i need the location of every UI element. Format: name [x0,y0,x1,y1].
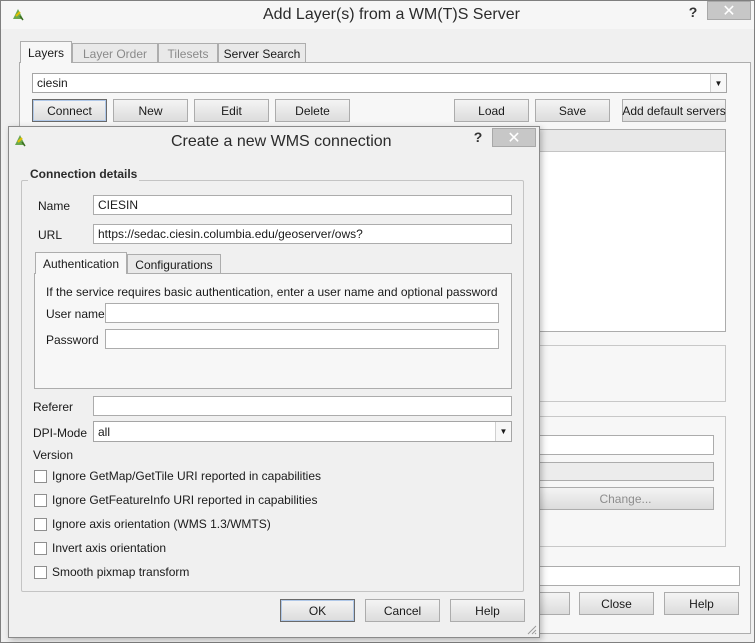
checkbox-label: Invert axis orientation [52,541,167,555]
tab-label: Layers [27,45,65,60]
password-label: Password [46,333,99,347]
layer-name-field[interactable] [537,435,714,455]
url-field[interactable]: https://sedac.ciesin.columbia.edu/geoser… [93,224,512,244]
version-label: Version [33,448,74,462]
checkbox-label: Ignore GetMap/GetTile URI reported in ca… [52,469,322,483]
name-field-value: CIESIN [98,198,139,212]
qgis-icon [13,9,24,21]
referer-label: Referer [33,400,74,414]
checkbox-row[interactable]: Ignore GetMap/GetTile URI reported in ca… [34,469,321,483]
url-label: URL [38,228,63,242]
checkbox-label: Ignore axis orientation (WMS 1.3/WMTS) [52,517,271,531]
parent-close-button[interactable]: ✕ [707,1,751,20]
tab-label: Authentication [42,256,120,271]
cancel-button[interactable]: Cancel [365,599,440,622]
close-icon: ✕ [722,2,736,20]
delete-button[interactable]: Delete [275,99,350,122]
qgis-icon [15,135,26,147]
checkbox-row[interactable]: Ignore GetFeatureInfo URI reported in ca… [34,493,317,507]
tab-label: Layer Order [82,46,148,61]
connection-details-title: Connection details [28,167,140,181]
new-wms-connection-dialog: Create a new WMS connection ? ✕ Connecti… [8,126,540,638]
connection-select[interactable]: ciesin ▼ [32,73,727,93]
crs-field [537,462,714,481]
tab-label: Tilesets [167,46,209,61]
dialog-close-button[interactable]: ✕ [492,128,536,147]
invert-axis-orientation-checkbox[interactable] [34,541,47,555]
checkbox-label: Ignore GetFeatureInfo URI reported in ca… [52,493,318,507]
checkbox-row[interactable]: Ignore axis orientation (WMS 1.3/WMTS) [34,517,271,531]
name-field[interactable]: CIESIN [93,195,512,215]
help-button[interactable]: Help [450,599,525,622]
password-field[interactable] [105,329,499,349]
help-button[interactable]: Help [664,592,739,615]
dpi-mode-select[interactable]: all ▼ [93,421,512,442]
add-default-servers-button[interactable]: Add default servers [622,99,726,122]
parent-window-title: Add Layer(s) from a WM(T)S Server [263,6,520,23]
close-button[interactable]: Close [579,592,654,615]
username-field[interactable] [105,303,499,323]
ignore-getmap-checkbox[interactable] [34,469,47,483]
tab-configurations[interactable]: Configurations [127,254,221,274]
tab-authentication[interactable]: Authentication [35,252,127,274]
parent-help-icon[interactable]: ? [686,4,700,20]
add-button[interactable] [537,592,570,615]
checkbox-row[interactable]: Invert axis orientation [34,541,166,555]
ok-button[interactable]: OK [280,599,355,622]
username-label: User name [46,307,105,321]
tab-label: Server Search [223,46,301,61]
tab-label: Configurations [135,257,213,272]
new-button[interactable]: New [113,99,188,122]
dialog-help-icon[interactable]: ? [471,129,485,145]
load-button[interactable]: Load [454,99,529,122]
tab-tilesets[interactable]: Tilesets [158,43,218,63]
ignore-getfeatureinfo-checkbox[interactable] [34,493,47,507]
name-label: Name [38,199,71,213]
auth-note: If the service requires basic authentica… [46,285,498,299]
dialog-title: Create a new WMS connection [171,133,392,150]
layer-title-field[interactable] [537,566,740,586]
referer-field[interactable] [93,396,512,416]
edit-button[interactable]: Edit [194,99,269,122]
dpi-mode-label: DPI-Mode [33,426,88,440]
chevron-down-icon: ▼ [495,422,511,441]
ignore-axis-orientation-checkbox[interactable] [34,517,47,531]
checkbox-row[interactable]: Smooth pixmap transform [34,565,189,579]
close-icon: ✕ [507,129,521,147]
dpi-mode-value: all [98,424,111,439]
connection-select-value: ciesin [37,76,68,90]
url-field-value: https://sedac.ciesin.columbia.edu/geoser… [98,227,363,241]
tab-server-search[interactable]: Server Search [218,43,306,63]
smooth-pixmap-checkbox[interactable] [34,565,47,579]
tab-layer-order[interactable]: Layer Order [72,43,158,63]
checkbox-label: Smooth pixmap transform [52,565,190,579]
resize-grip-icon[interactable] [525,623,537,635]
change-crs-button[interactable]: Change... [537,487,714,510]
chevron-down-icon: ▼ [710,74,726,92]
save-button[interactable]: Save [535,99,610,122]
tab-layers[interactable]: Layers [20,41,72,63]
connect-button[interactable]: Connect [32,99,107,122]
